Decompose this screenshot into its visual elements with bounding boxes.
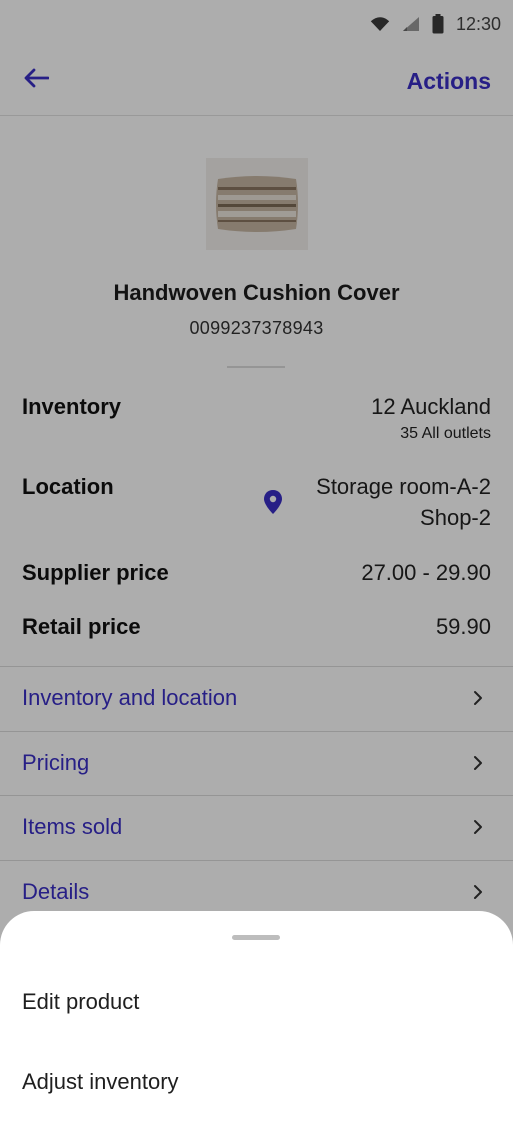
adjust-inventory-option[interactable]: Adjust inventory: [0, 1047, 513, 1119]
product-detail-screen: 12:30 Actions Handwoven Cushion Cover 00…: [0, 0, 513, 1144]
edit-product-option[interactable]: Edit product: [0, 967, 513, 1039]
sheet-drag-handle[interactable]: [232, 935, 280, 940]
sheet-option-label: Adjust inventory: [22, 1069, 179, 1094]
sheet-option-label: Edit product: [22, 989, 140, 1014]
actions-bottom-sheet: Edit product Adjust inventory: [0, 911, 513, 1144]
